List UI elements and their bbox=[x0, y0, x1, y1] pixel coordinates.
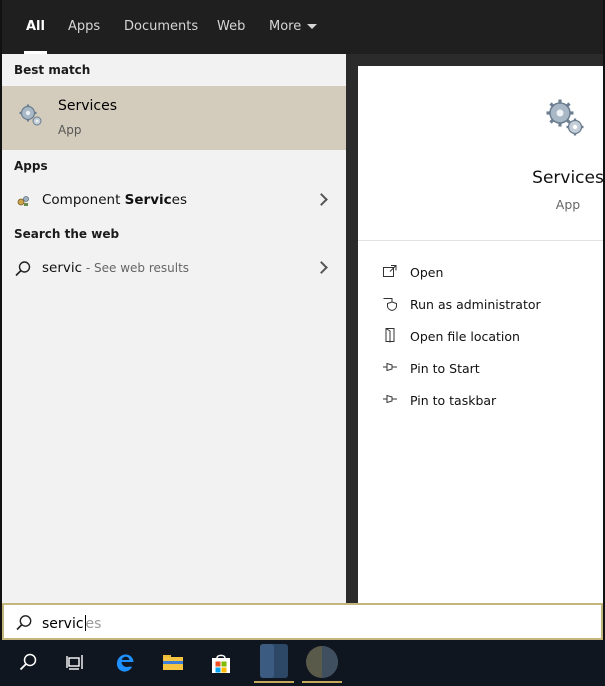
best-match-result[interactable]: Services App bbox=[2, 86, 346, 150]
search-input[interactable]: servic es bbox=[42, 615, 101, 632]
search-icon bbox=[18, 652, 38, 676]
search-box[interactable]: servic es bbox=[2, 603, 603, 640]
action-open-file-location[interactable]: Open file location bbox=[378, 324, 598, 350]
start-search-window: All Apps Documents Web More Best match S… bbox=[0, 0, 605, 686]
tab-all[interactable]: All bbox=[24, 0, 47, 54]
running-indicator bbox=[254, 681, 294, 683]
shield-icon bbox=[382, 295, 398, 312]
tab-web[interactable]: Web bbox=[217, 0, 245, 54]
taskbar-search-button[interactable] bbox=[4, 640, 52, 686]
search-icon bbox=[14, 260, 32, 282]
search-scope-tabs: All Apps Documents Web More bbox=[2, 0, 603, 54]
running-indicator bbox=[302, 681, 342, 683]
best-match-header: Best match bbox=[14, 63, 91, 77]
file-explorer-button[interactable] bbox=[148, 640, 196, 686]
best-match-title: Services bbox=[58, 98, 118, 114]
pin-icon bbox=[382, 359, 398, 375]
action-open[interactable]: Open bbox=[378, 260, 598, 286]
divider bbox=[358, 240, 605, 241]
tab-more[interactable]: More bbox=[269, 0, 318, 54]
chevron-right-icon[interactable] bbox=[315, 193, 328, 206]
folder-location-icon bbox=[382, 327, 398, 343]
action-run-as-administrator[interactable]: Run as administrator bbox=[378, 292, 598, 318]
pinned-app-button[interactable] bbox=[298, 640, 346, 686]
preview-panel: Services App Open Run as administrator O… bbox=[358, 66, 605, 603]
app-circle-icon bbox=[304, 645, 340, 683]
store-icon bbox=[210, 652, 232, 678]
action-pin-to-start[interactable]: Pin to Start bbox=[378, 356, 598, 382]
task-view-icon bbox=[66, 652, 86, 676]
action-pin-to-taskbar[interactable]: Pin to taskbar bbox=[378, 388, 598, 414]
chevron-right-icon[interactable] bbox=[315, 261, 328, 274]
services-gears-icon bbox=[18, 102, 44, 132]
results-panel: Best match Services App Apps Component S… bbox=[2, 54, 346, 603]
edge-browser-button[interactable] bbox=[100, 640, 148, 686]
component-services-icon bbox=[16, 193, 30, 212]
file-explorer-icon bbox=[162, 652, 184, 676]
tab-apps[interactable]: Apps bbox=[68, 0, 100, 54]
app-window-icon bbox=[258, 644, 290, 682]
store-button[interactable] bbox=[196, 640, 244, 686]
best-match-subtitle: App bbox=[58, 123, 82, 137]
chevron-down-icon bbox=[307, 24, 318, 29]
preview-title: Services bbox=[532, 168, 604, 188]
edge-browser-icon bbox=[114, 652, 136, 678]
web-result[interactable]: servic - See web results bbox=[2, 252, 346, 284]
web-result-label: servic - See web results bbox=[42, 260, 190, 276]
pin-icon bbox=[382, 391, 398, 407]
apps-header: Apps bbox=[14, 159, 48, 173]
app-result-component-services[interactable]: Component Services bbox=[2, 184, 346, 216]
services-gears-icon bbox=[544, 96, 586, 142]
taskbar bbox=[0, 640, 605, 686]
pinned-app-button[interactable] bbox=[250, 640, 298, 686]
search-icon bbox=[15, 614, 33, 636]
window-border-left bbox=[0, 0, 2, 640]
open-icon bbox=[382, 263, 398, 279]
preview-subtitle: App bbox=[555, 197, 581, 212]
app-result-label: Component Services bbox=[42, 192, 187, 208]
search-web-header: Search the web bbox=[14, 227, 120, 241]
task-view-button[interactable] bbox=[52, 640, 100, 686]
tab-documents[interactable]: Documents bbox=[124, 0, 198, 54]
